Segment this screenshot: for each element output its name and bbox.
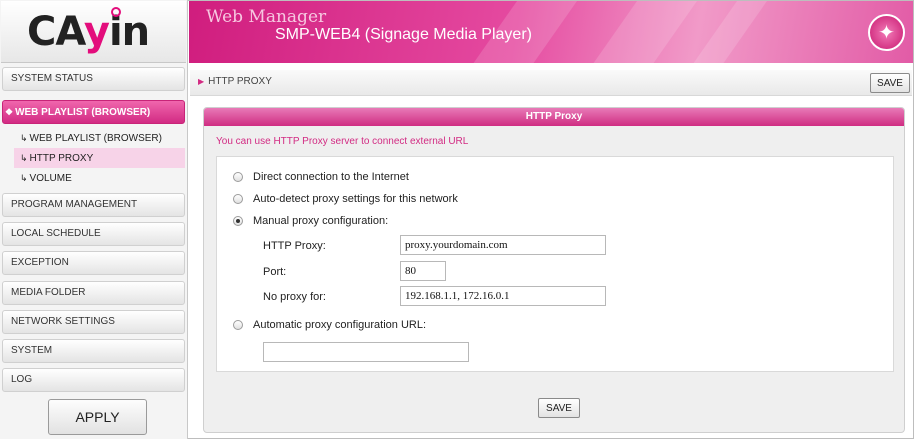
page-titlebar: ▶ HTTP PROXY SAVE xyxy=(190,70,912,96)
sidebar-subitem-web-playlist[interactable]: ↳ WEB PLAYLIST (BROWSER) xyxy=(14,128,185,148)
device-model: SMP-WEB4 (Signage Media Player) xyxy=(275,26,532,43)
option-auto-url-label: Automatic proxy configuration URL: xyxy=(253,319,427,331)
logo-box: CAyin xyxy=(1,1,186,63)
sidebar-item-media-folder[interactable]: MEDIA FOLDER xyxy=(2,281,185,305)
sidebar-item-web-playlist[interactable]: WEB PLAYLIST (BROWSER) xyxy=(2,100,185,124)
no-proxy-label: No proxy for: xyxy=(263,291,326,303)
sidebar-item-local-schedule[interactable]: LOCAL SCHEDULE xyxy=(2,222,185,246)
sub-arrow-icon: ↳ xyxy=(20,173,28,183)
sub-arrow-icon: ↳ xyxy=(20,153,28,163)
sub-arrow-icon: ↳ xyxy=(20,133,28,143)
sidebar-item-program-management[interactable]: PROGRAM MANAGEMENT xyxy=(2,193,185,217)
http-proxy-panel: HTTP Proxy You can use HTTP Proxy server… xyxy=(203,107,905,433)
magic-wand-icon: ✦ xyxy=(868,14,905,51)
sidebar-item-network-settings[interactable]: NETWORK SETTINGS xyxy=(2,310,185,334)
logo-dot-icon xyxy=(111,7,121,17)
logo-text-y: y xyxy=(83,9,110,55)
option-auto-detect[interactable]: Auto-detect proxy settings for this netw… xyxy=(233,193,458,205)
sidebar: CAyin SYSTEM STATUS WEB PLAYLIST (BROWSE… xyxy=(0,0,188,439)
option-manual[interactable]: Manual proxy configuration: xyxy=(233,215,388,227)
sidebar-subitem-volume[interactable]: ↳ VOLUME xyxy=(14,168,185,188)
banner-stripe xyxy=(566,1,712,63)
sidebar-item-log[interactable]: LOG xyxy=(2,368,185,392)
radio-auto-url[interactable] xyxy=(233,320,243,330)
http-proxy-input[interactable]: proxy.yourdomain.com xyxy=(400,235,606,255)
sub-item-label: WEB PLAYLIST (BROWSER) xyxy=(29,133,162,144)
save-button-top[interactable]: SAVE xyxy=(870,73,910,93)
auto-url-input[interactable] xyxy=(263,342,469,362)
header-banner: Web Manager SMP-WEB4 (Signage Media Play… xyxy=(189,1,913,63)
apply-button[interactable]: APPLY xyxy=(48,399,147,435)
sub-item-label: HTTP PROXY xyxy=(29,153,94,164)
sidebar-item-exception[interactable]: EXCEPTION xyxy=(2,251,185,275)
sub-item-label: VOLUME xyxy=(29,173,72,184)
radio-auto-detect[interactable] xyxy=(233,194,243,204)
radio-manual[interactable] xyxy=(233,216,243,226)
proxy-options-box: Direct connection to the Internet Auto-d… xyxy=(216,156,894,372)
save-button-bottom[interactable]: SAVE xyxy=(538,398,580,418)
sidebar-item-system[interactable]: SYSTEM xyxy=(2,339,185,363)
cayin-logo: CAyin xyxy=(27,7,150,55)
app-name: Web Manager xyxy=(206,7,327,27)
option-auto-detect-label: Auto-detect proxy settings for this netw… xyxy=(253,193,458,205)
radio-direct[interactable] xyxy=(233,172,243,182)
sidebar-subitem-http-proxy[interactable]: ↳ HTTP PROXY xyxy=(14,148,185,168)
page-title-text: HTTP PROXY xyxy=(208,76,272,87)
port-label: Port: xyxy=(263,266,287,278)
sidebar-item-system-status[interactable]: SYSTEM STATUS xyxy=(2,67,185,91)
triangle-right-icon: ▶ xyxy=(198,77,205,86)
port-input[interactable]: 80 xyxy=(400,261,446,281)
logo-text-pre: CA xyxy=(27,9,85,55)
panel-heading: HTTP Proxy xyxy=(204,108,904,126)
option-auto-url[interactable]: Automatic proxy configuration URL: xyxy=(233,319,426,331)
no-proxy-input[interactable]: 192.168.1.1, 172.16.0.1 xyxy=(400,286,606,306)
option-direct[interactable]: Direct connection to the Internet xyxy=(233,171,409,183)
option-direct-label: Direct connection to the Internet xyxy=(253,171,409,183)
panel-hint: You can use HTTP Proxy server to connect… xyxy=(216,136,469,147)
http-proxy-label: HTTP Proxy: xyxy=(263,240,326,252)
page-title: ▶ HTTP PROXY xyxy=(198,76,272,87)
option-manual-label: Manual proxy configuration: xyxy=(253,215,389,227)
